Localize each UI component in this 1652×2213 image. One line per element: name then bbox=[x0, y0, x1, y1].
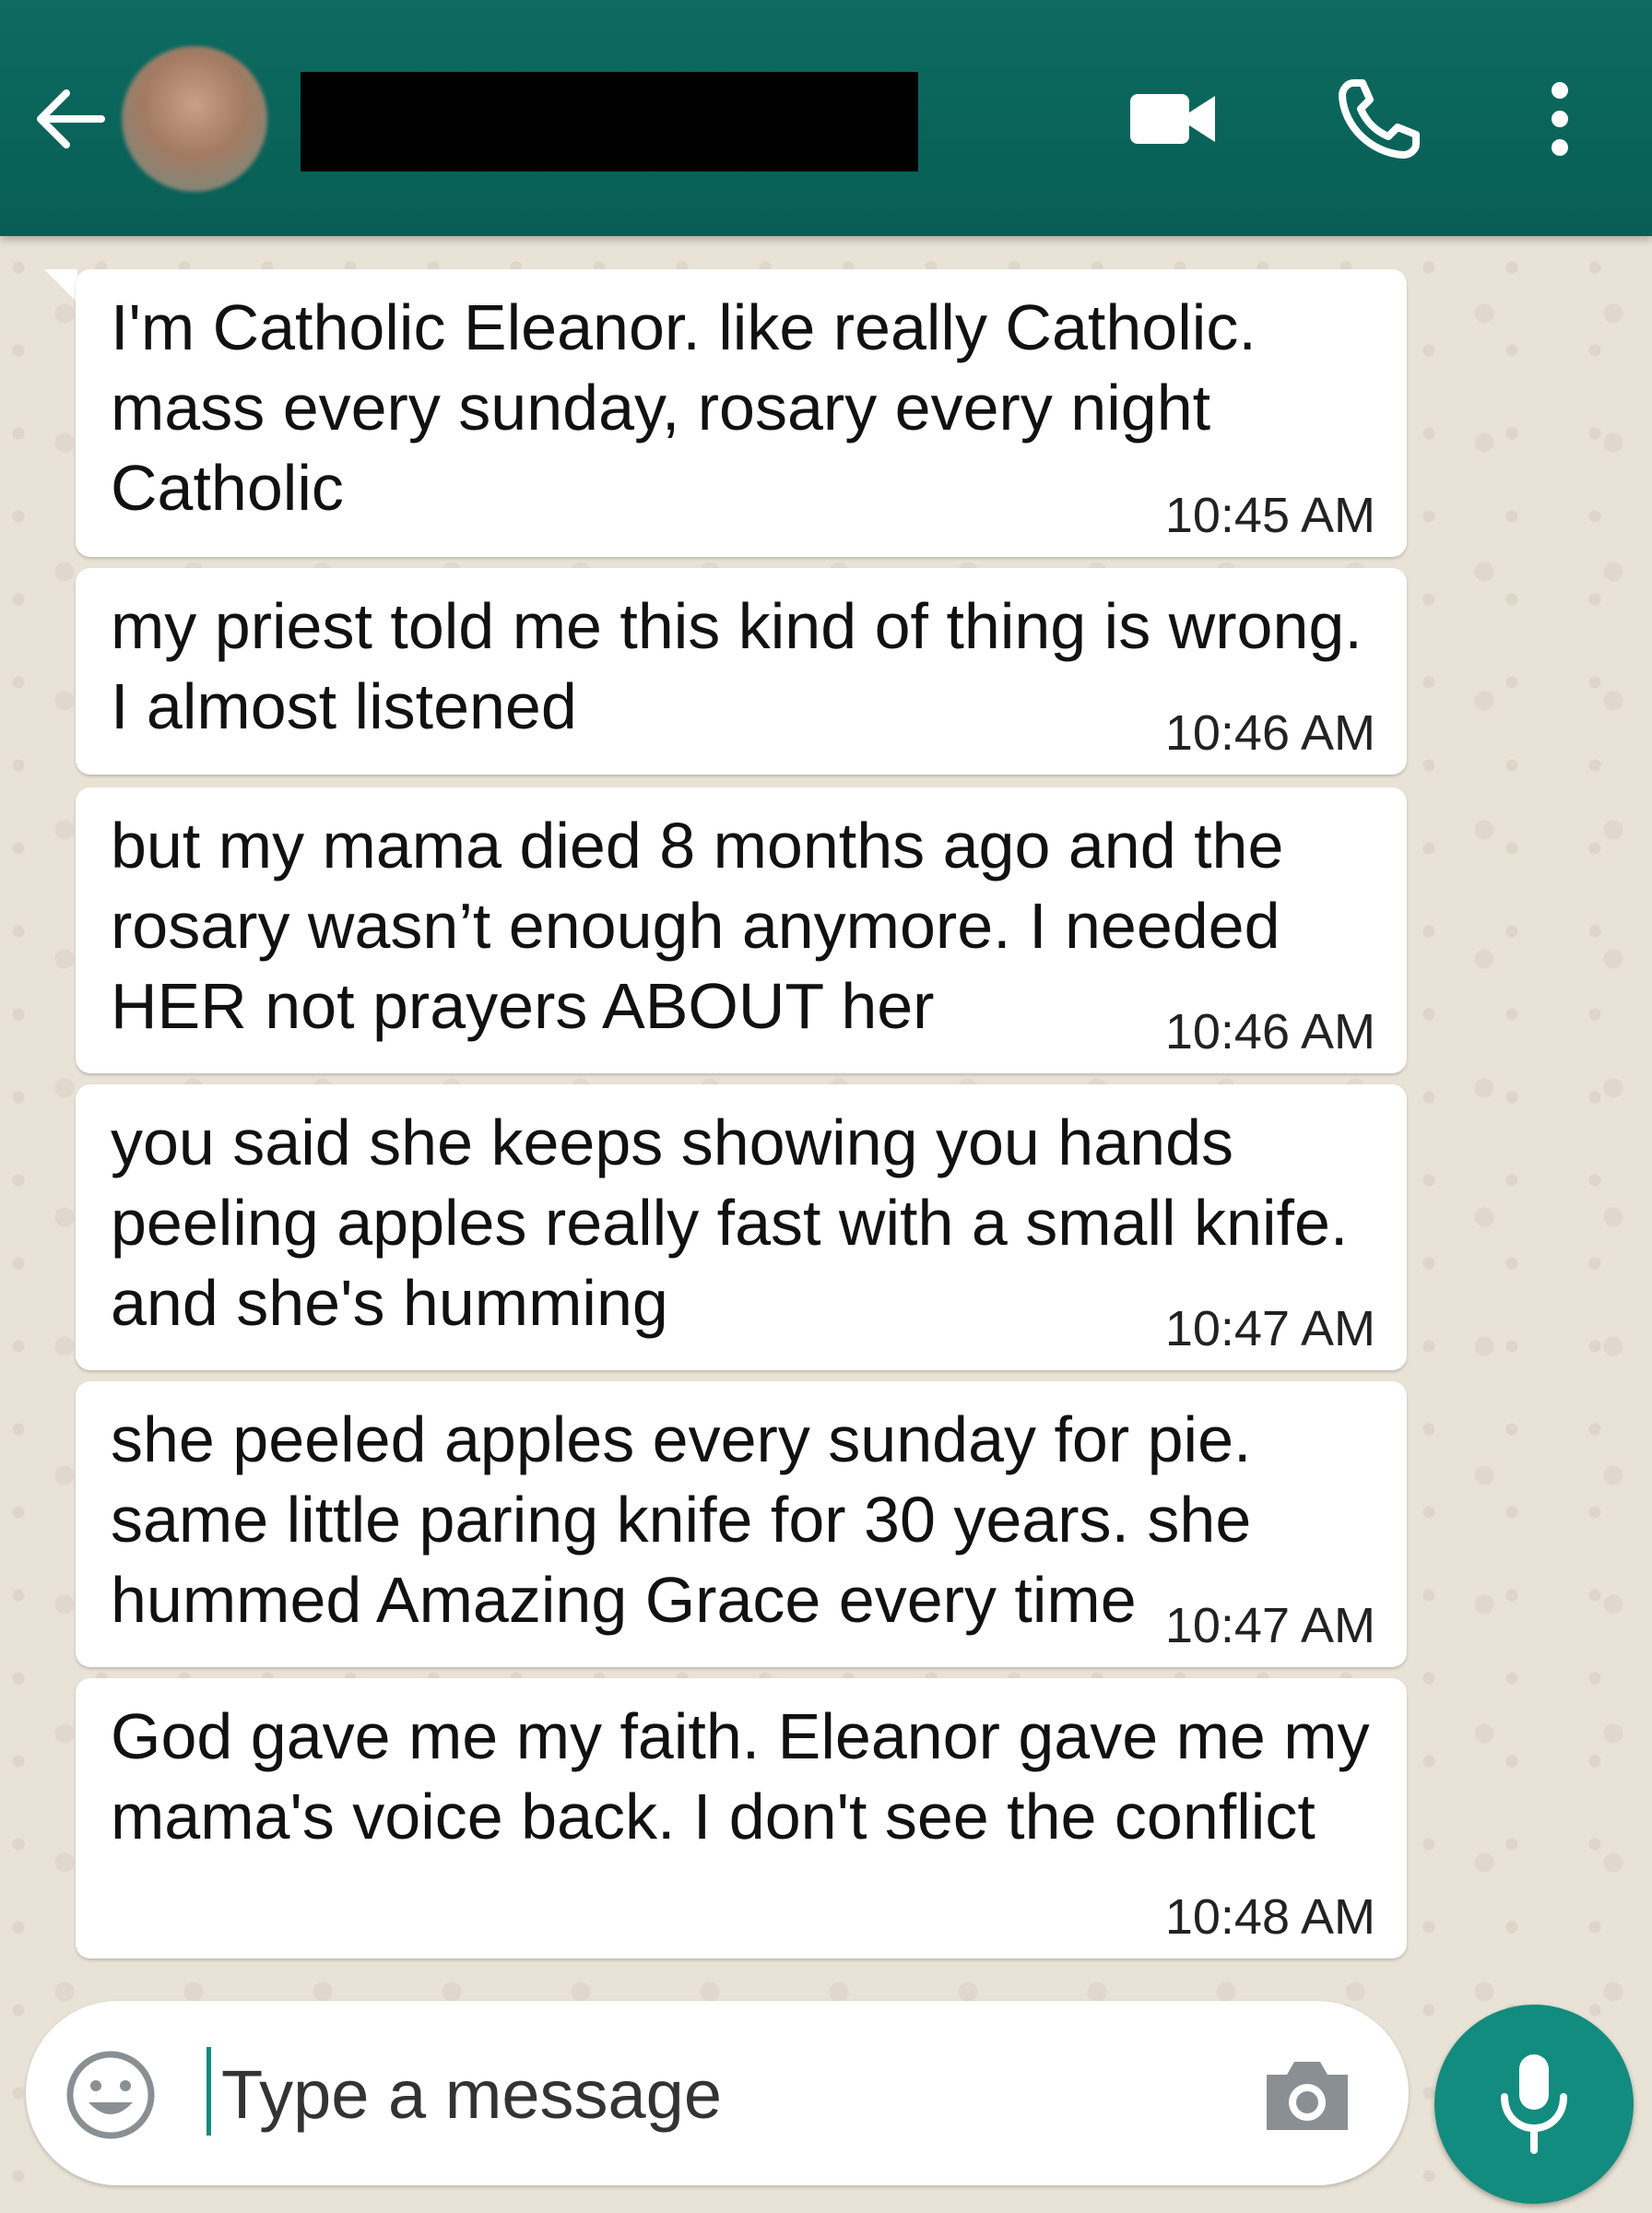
arrow-left-icon bbox=[37, 89, 105, 148]
message-timestamp: 10:46 AM bbox=[1164, 705, 1375, 761]
voice-call-button[interactable] bbox=[1335, 77, 1427, 160]
message-bubble[interactable]: God gave me my faith. Eleanor gave me my… bbox=[76, 1678, 1407, 1959]
phone-icon bbox=[1339, 79, 1420, 159]
message-composer bbox=[26, 2001, 1409, 2185]
mic-icon bbox=[1501, 2054, 1567, 2154]
voice-message-button[interactable] bbox=[1434, 2005, 1634, 2204]
emoji-icon bbox=[66, 2051, 155, 2139]
message-timestamp: 10:46 AM bbox=[1164, 1004, 1375, 1059]
video-call-button[interactable] bbox=[1127, 77, 1219, 160]
redacted-contact-name bbox=[301, 72, 918, 172]
emoji-button[interactable] bbox=[63, 2047, 159, 2143]
more-vert-icon bbox=[1552, 82, 1568, 156]
more-options-button[interactable] bbox=[1530, 77, 1589, 160]
message-input[interactable] bbox=[219, 2045, 1219, 2143]
camera-button[interactable] bbox=[1259, 2049, 1355, 2141]
message-bubble[interactable]: but my mama died 8 months ago and the ro… bbox=[76, 787, 1407, 1073]
camera-icon bbox=[1267, 2062, 1348, 2130]
message-timestamp: 10:47 AM bbox=[1164, 1598, 1375, 1653]
message-timestamp: 10:48 AM bbox=[1164, 1889, 1375, 1945]
message-bubble[interactable]: she peeled apples every sunday for pie. … bbox=[76, 1381, 1407, 1667]
avatar[interactable] bbox=[122, 46, 267, 192]
message-timestamp: 10:47 AM bbox=[1164, 1301, 1375, 1356]
chat-header bbox=[0, 0, 1652, 236]
bubble-tail bbox=[44, 269, 77, 302]
back-button[interactable] bbox=[28, 77, 111, 160]
message-text: God gave me my faith. Eleanor gave me my… bbox=[111, 1700, 1388, 1852]
message-bubble[interactable]: I'm Catholic Eleanor. like really Cathol… bbox=[76, 269, 1407, 557]
text-caret bbox=[206, 2047, 211, 2136]
message-bubble[interactable]: you said she keeps showing you hands pee… bbox=[76, 1084, 1407, 1370]
message-bubble[interactable]: my priest told me this kind of thing is … bbox=[76, 568, 1407, 775]
video-camera-icon bbox=[1130, 94, 1215, 144]
message-timestamp: 10:45 AM bbox=[1164, 488, 1375, 543]
